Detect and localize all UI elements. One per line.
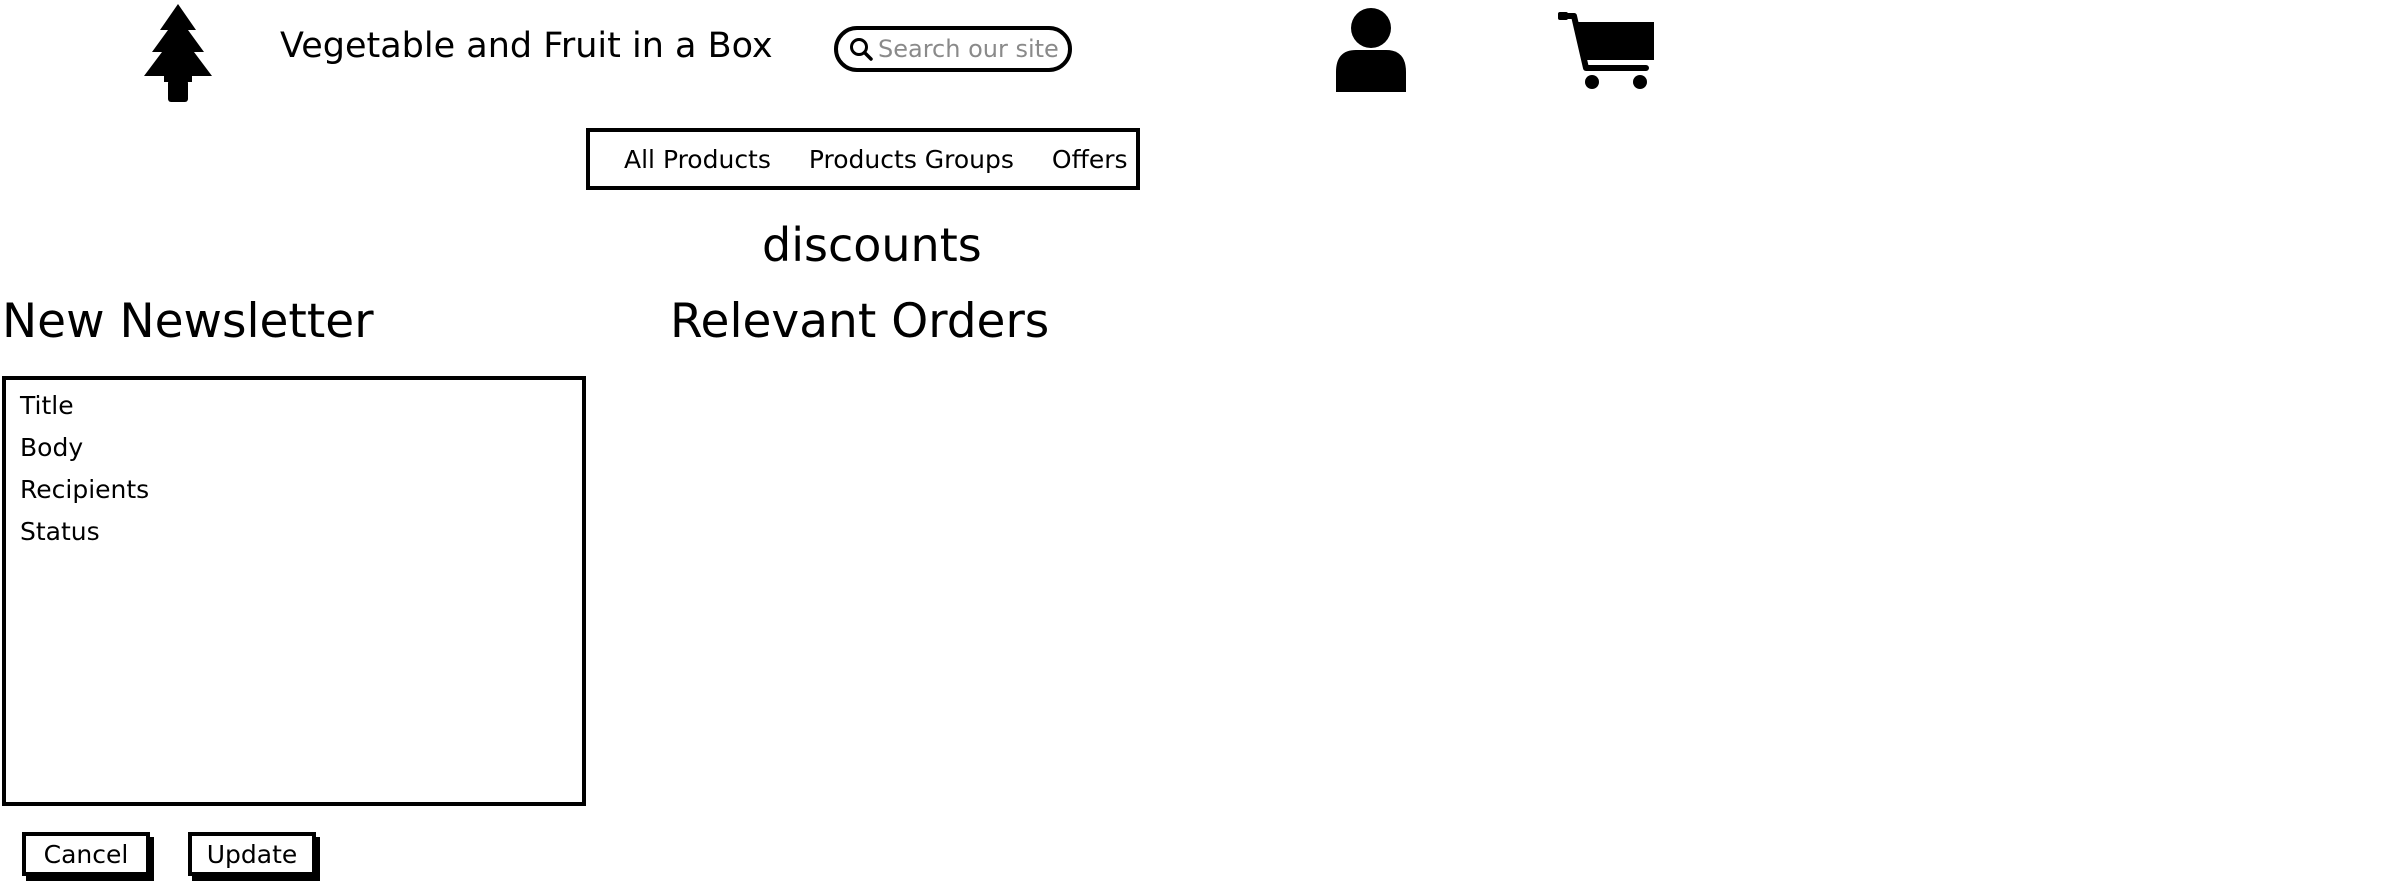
- page-title: discounts: [762, 218, 982, 272]
- search-box[interactable]: [834, 26, 1072, 72]
- cancel-button[interactable]: Cancel: [22, 832, 150, 876]
- recipients-field[interactable]: Recipients: [20, 474, 582, 516]
- search-input[interactable]: [878, 35, 1058, 63]
- newsletter-form: Title Body Recipients Status: [2, 376, 586, 806]
- main-nav: All Products Products Groups Offers: [586, 128, 1140, 190]
- cart-icon[interactable]: [1558, 10, 1658, 92]
- user-icon[interactable]: [1334, 6, 1408, 92]
- tree-icon: [144, 4, 212, 102]
- nav-offers[interactable]: Offers: [1052, 145, 1128, 174]
- relevant-orders-heading: Relevant Orders: [670, 294, 1050, 349]
- update-button[interactable]: Update: [188, 832, 316, 876]
- nav-products-groups[interactable]: Products Groups: [809, 145, 1014, 174]
- search-icon[interactable]: [848, 36, 874, 62]
- status-field[interactable]: Status: [20, 516, 582, 558]
- title-field[interactable]: Title: [20, 390, 582, 432]
- nav-all-products[interactable]: All Products: [624, 145, 771, 174]
- newsletter-heading: New Newsletter: [2, 294, 374, 349]
- brand-title: Vegetable and Fruit in a Box: [280, 26, 773, 66]
- body-field[interactable]: Body: [20, 432, 582, 474]
